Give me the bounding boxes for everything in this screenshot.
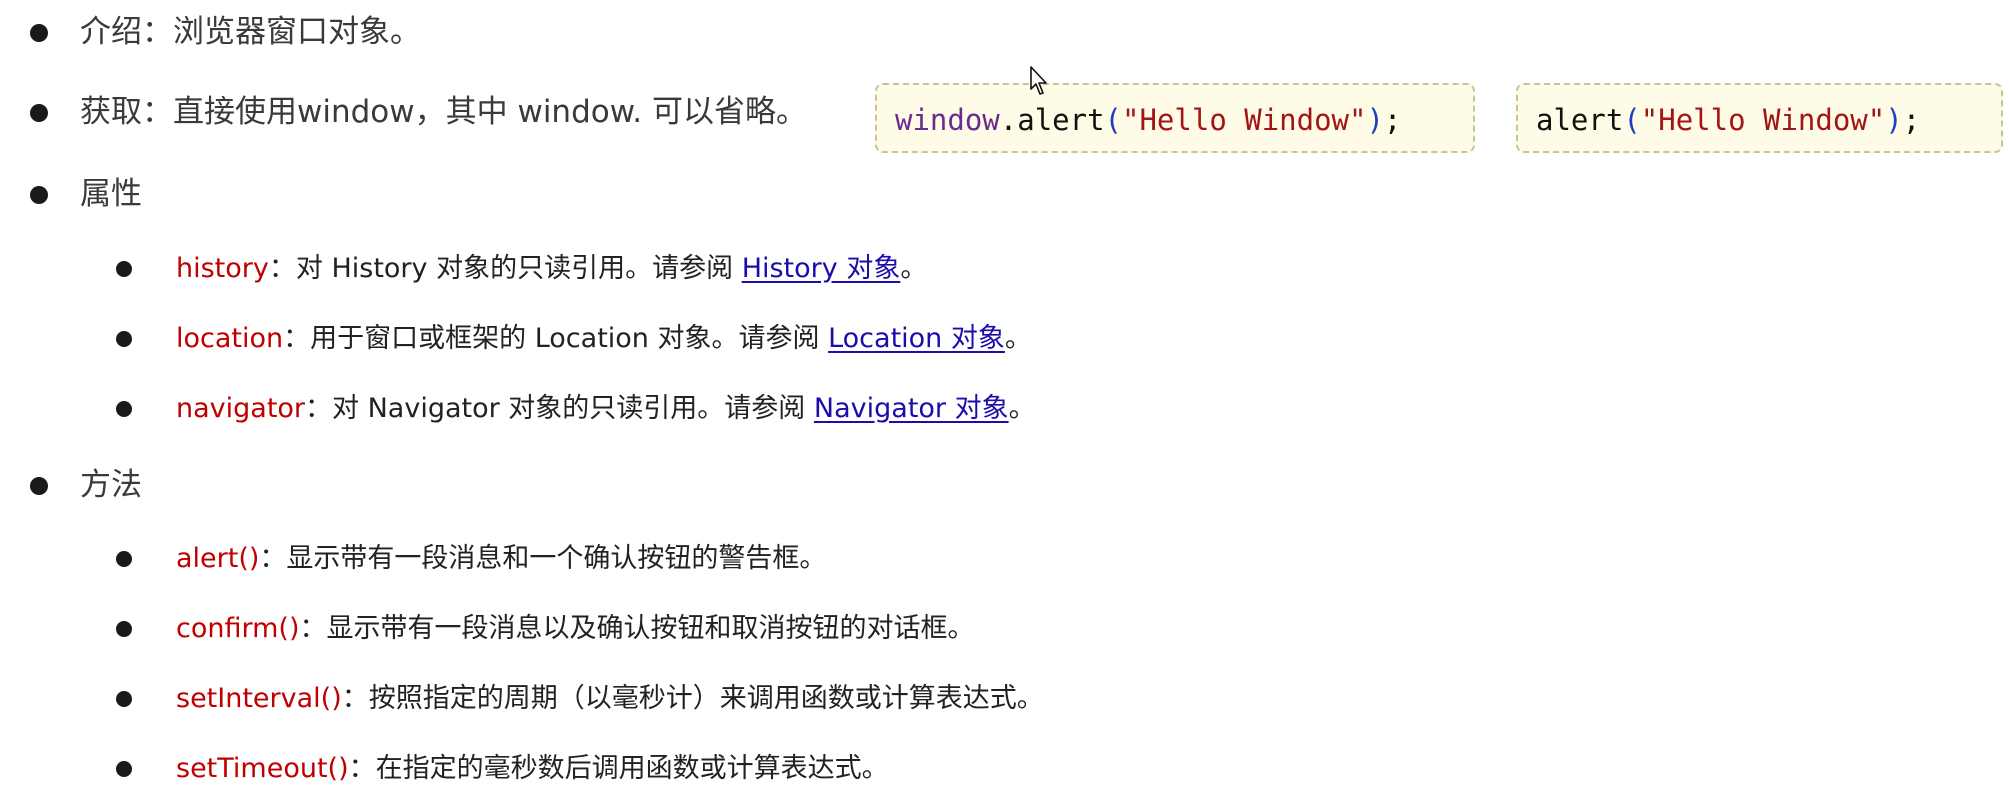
property-navigator: navigator：对 Navigator 对象的只读引用。请参阅 Naviga… — [176, 395, 1036, 422]
method-settimeout: setTimeout()：在指定的毫秒数后调用函数或计算表达式。 — [176, 755, 889, 782]
bullet-method-confirm — [116, 621, 132, 637]
property-end: 。 — [900, 253, 928, 284]
bullet-property-location — [116, 331, 132, 347]
property-end: 。 — [1004, 323, 1032, 354]
code-example-window-alert: window.alert("Hello Window"); — [875, 83, 1475, 153]
method-confirm: confirm()：显示带有一段消息以及确认按钮和取消按钮的对话框。 — [176, 615, 974, 642]
bullet-access — [30, 104, 48, 122]
code-window-keyword: window — [895, 103, 1000, 137]
property-name: history — [176, 253, 269, 284]
property-end: 。 — [1008, 393, 1036, 424]
history-object-link[interactable]: History 对象 — [742, 253, 901, 284]
intro-text: 浏览器窗口对象。 — [173, 14, 421, 50]
property-name: navigator — [176, 393, 306, 424]
code-example-alert: alert("Hello Window"); — [1516, 83, 2003, 153]
code-open-paren: ( — [1623, 103, 1641, 137]
method-description: ：在指定的毫秒数后调用函数或计算表达式。 — [348, 753, 889, 784]
method-setinterval: setInterval()：按照指定的周期（以毫秒计）来调用函数或计算表达式。 — [176, 685, 1044, 712]
access-text: 直接使用window，其中 window. 可以省略。 — [173, 94, 807, 130]
code-string: "Hello Window" — [1640, 103, 1886, 137]
bullet-properties — [30, 186, 48, 204]
method-description: ：显示带有一段消息以及确认按钮和取消按钮的对话框。 — [299, 613, 975, 644]
access-label: 获取： — [80, 94, 173, 130]
navigator-object-link[interactable]: Navigator 对象 — [814, 393, 1009, 424]
method-name: confirm() — [176, 613, 300, 644]
code-open-paren: ( — [1104, 103, 1123, 137]
property-description: ：对 History 对象的只读引用。请参阅 — [268, 253, 742, 284]
code-dot: . — [999, 103, 1018, 137]
code-string: "Hello Window" — [1122, 103, 1367, 137]
method-description: ：显示带有一段消息和一个确认按钮的警告框。 — [259, 543, 827, 574]
code-close-paren: ) — [1366, 103, 1384, 137]
location-object-link[interactable]: Location 对象 — [828, 323, 1005, 354]
code-semicolon: ; — [1902, 103, 1921, 137]
method-name: setTimeout() — [176, 753, 349, 784]
properties-heading: 属性 — [80, 176, 142, 212]
code-method: alert — [1536, 103, 1624, 137]
code-close-paren: ) — [1885, 103, 1903, 137]
bullet-property-history — [116, 261, 132, 277]
access-line: 获取：直接使用window，其中 window. 可以省略。 — [80, 97, 807, 128]
mouse-pointer-icon — [1030, 66, 1047, 95]
method-name: alert() — [176, 543, 260, 574]
bullet-property-navigator — [116, 401, 132, 417]
bullet-methods — [30, 477, 48, 495]
bullet-method-setinterval — [116, 691, 132, 707]
code-method: alert — [1017, 103, 1105, 137]
method-alert: alert()：显示带有一段消息和一个确认按钮的警告框。 — [176, 545, 826, 572]
property-location: location：用于窗口或框架的 Location 对象。请参阅 Locati… — [176, 325, 1032, 352]
property-history: history：对 History 对象的只读引用。请参阅 History 对象… — [176, 255, 927, 282]
bullet-intro — [30, 24, 48, 42]
bullet-method-settimeout — [116, 761, 132, 777]
intro-line: 介绍：浏览器窗口对象。 — [80, 17, 421, 48]
property-name: location — [176, 323, 284, 354]
bullet-method-alert — [116, 551, 132, 567]
methods-heading: 方法 — [80, 467, 142, 503]
code-semicolon: ; — [1383, 103, 1402, 137]
intro-label: 介绍： — [80, 14, 173, 50]
property-description: ：用于窗口或框架的 Location 对象。请参阅 — [283, 323, 829, 354]
method-description: ：按照指定的周期（以毫秒计）来调用函数或计算表达式。 — [341, 683, 1044, 714]
method-name: setInterval() — [176, 683, 342, 714]
property-description: ：对 Navigator 对象的只读引用。请参阅 — [305, 393, 814, 424]
